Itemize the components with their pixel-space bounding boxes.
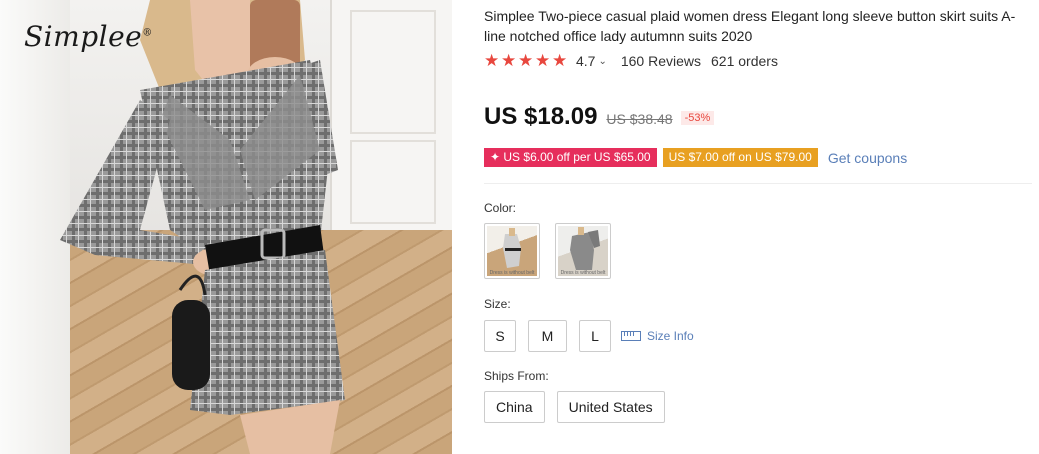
size-option-l[interactable]: L: [579, 320, 611, 352]
price-row: US $18.09 US $38.48 -53%: [484, 103, 715, 131]
swatch-figure: [503, 228, 521, 268]
product-title: Simplee Two-piece casual plaid women dre…: [484, 8, 1016, 44]
discount-badge: -53%: [680, 111, 715, 125]
registered-mark: ®: [142, 27, 153, 39]
color-option-1[interactable]: Dress is without belt: [484, 223, 540, 279]
size-info-label: Size Info: [647, 329, 694, 343]
ships-from-china[interactable]: China: [484, 391, 545, 423]
ruler-icon: [621, 331, 641, 341]
star-icon: ★: [484, 51, 500, 70]
size-info-link[interactable]: Size Info: [621, 329, 694, 343]
original-price: US $38.48: [606, 111, 673, 127]
size-option-m[interactable]: M: [528, 320, 567, 352]
ships-from-options: China United States: [484, 391, 677, 423]
brand-logo-text: Simplee: [24, 20, 143, 53]
star-icon: ★: [552, 51, 568, 70]
star-icon: ★: [501, 51, 517, 70]
product-image[interactable]: Simplee®: [0, 0, 452, 454]
size-label: Size:: [484, 297, 511, 311]
current-price: US $18.09: [484, 103, 598, 130]
chevron-down-icon[interactable]: ⌄: [598, 56, 606, 67]
size-options: S M L Size Info: [484, 320, 694, 352]
swatch-figure: [570, 227, 600, 270]
reviews-link[interactable]: 160 Reviews: [621, 53, 701, 69]
swatch-caption: Dress is without belt: [560, 270, 606, 276]
brand-logo: Simplee®: [24, 20, 153, 53]
rating-stars: ★ ★ ★ ★ ★: [484, 52, 569, 70]
color-option-2[interactable]: Dress is without belt: [555, 223, 611, 279]
color-swatches: Dress is without belt Dress is without b…: [484, 223, 626, 279]
store-coupon-badge[interactable]: ✦ US $6.00 off per US $65.00: [484, 148, 660, 167]
swatch-thumbnail: [558, 226, 608, 276]
divider: [484, 183, 1032, 184]
rating-value[interactable]: 4.7: [576, 53, 595, 69]
orders-count: 621 orders: [711, 53, 778, 69]
swatch-caption: Dress is without belt: [489, 270, 535, 276]
ships-from-united-states[interactable]: United States: [556, 391, 665, 423]
swatch-thumbnail: [487, 226, 537, 276]
coupon-row: ✦ US $6.00 off per US $65.00 US $7.00 of…: [484, 148, 907, 167]
star-icon: ★: [518, 51, 534, 70]
ships-from-label: Ships From:: [484, 369, 549, 383]
color-label: Color:: [484, 201, 517, 215]
size-option-s[interactable]: S: [484, 320, 516, 352]
model-illustration: [60, 0, 345, 454]
select-coupon-badge[interactable]: US $7.00 off on US $79.00: [662, 148, 822, 167]
star-icon: ★: [535, 51, 551, 70]
rating-row: ★ ★ ★ ★ ★ 4.7 ⌄ 160 Reviews 621 orders: [484, 52, 778, 70]
get-coupons-link[interactable]: Get coupons: [828, 150, 907, 166]
